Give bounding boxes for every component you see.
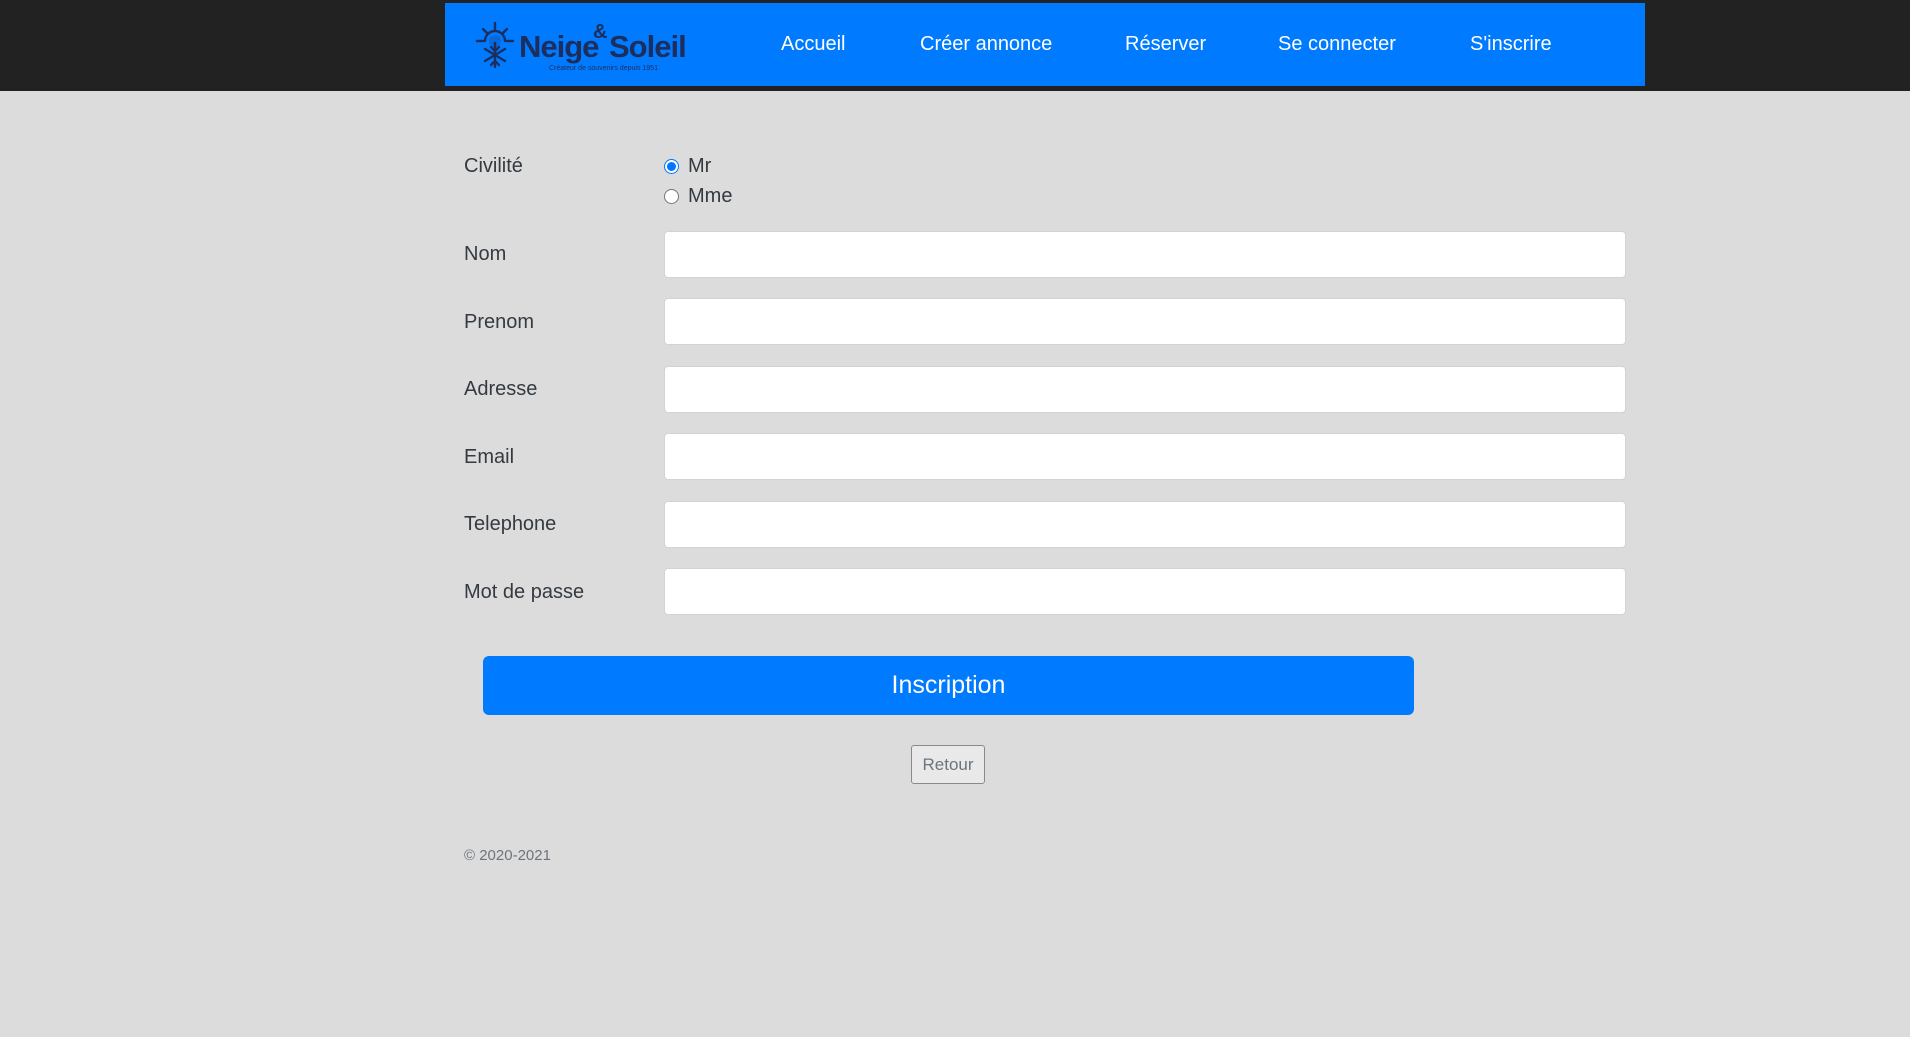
footer-copyright: © 2020-2021 — [464, 847, 551, 864]
radio-mme[interactable] — [664, 189, 679, 204]
nav-sinscrire[interactable]: S'inscrire — [1470, 33, 1552, 56]
radio-mr-label: Mr — [688, 155, 712, 177]
retour-button[interactable]: Retour — [911, 745, 985, 784]
mot-de-passe-label: Mot de passe — [464, 581, 585, 603]
inscription-button[interactable]: Inscription — [483, 656, 1414, 715]
adresse-input[interactable] — [664, 366, 1626, 413]
nom-input[interactable] — [664, 231, 1626, 278]
nav-creer-annonce[interactable]: Créer annonce — [920, 33, 1052, 56]
telephone-label: Telephone — [464, 513, 557, 535]
radio-mr[interactable] — [664, 159, 679, 174]
prenom-label: Prenom — [464, 311, 535, 333]
navbar: Neige & Soleil Créateur de souvenirs dep… — [445, 3, 1645, 86]
prenom-input[interactable] — [664, 298, 1626, 345]
email-input[interactable] — [664, 433, 1626, 480]
nav-links: Accueil Créer annonce Réserver Se connec… — [445, 3, 1645, 86]
adresse-label: Adresse — [464, 378, 538, 400]
civilite-label: Civilité — [464, 155, 523, 177]
nav-accueil[interactable]: Accueil — [781, 33, 845, 56]
radio-option-mr[interactable]: Mr — [664, 155, 711, 178]
nav-reserver[interactable]: Réserver — [1125, 33, 1206, 56]
radio-mme-label: Mme — [688, 185, 733, 207]
nom-label: Nom — [464, 243, 507, 265]
email-label: Email — [464, 446, 515, 468]
mot-de-passe-input[interactable] — [664, 568, 1626, 615]
radio-option-mme[interactable]: Mme — [664, 185, 732, 208]
nav-se-connecter[interactable]: Se connecter — [1278, 33, 1396, 56]
telephone-input[interactable] — [664, 501, 1626, 548]
